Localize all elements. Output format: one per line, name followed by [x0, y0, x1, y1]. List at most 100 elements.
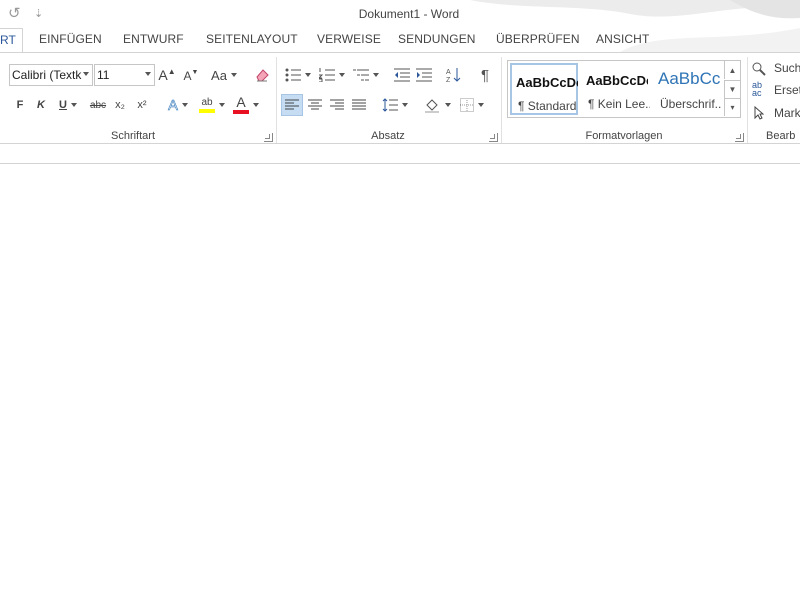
chevron-down-icon	[145, 72, 151, 76]
change-case-icon: Aa	[211, 67, 227, 83]
style-kein-leerraum[interactable]: AaBbCcDc ¶ Kein Lee...	[582, 63, 650, 115]
chevron-down-icon	[182, 103, 188, 107]
shading-button[interactable]	[421, 94, 453, 116]
style-name: Überschrif...	[660, 97, 722, 111]
replace-button[interactable]: ab ac Erset	[752, 81, 800, 98]
ribbon: Calibri (Textk 11 A ▲ A ▼ Aa F K U abc x₂ …	[0, 52, 800, 144]
svg-text:A: A	[446, 69, 451, 76]
style-ueberschrift[interactable]: AaBbCc Überschrif...	[654, 63, 722, 115]
grow-font-icon: A	[158, 67, 168, 83]
find-button[interactable]: Such	[752, 61, 800, 76]
tab-entwurf[interactable]: ENTWURF	[123, 32, 184, 46]
increase-indent-button[interactable]	[415, 64, 433, 86]
help-button[interactable]: ?	[784, 6, 791, 21]
svg-text:Z: Z	[446, 77, 451, 83]
chevron-down-icon	[373, 73, 379, 77]
tab-ueberpruefen[interactable]: ÜBERPRÜFEN	[496, 32, 580, 46]
grow-font-button[interactable]: A ▲	[158, 64, 176, 86]
style-sample: AaBbCc	[658, 69, 720, 88]
cursor-icon	[754, 106, 764, 120]
multilevel-list-icon	[353, 69, 369, 81]
align-center-button[interactable]	[304, 94, 326, 116]
highlight-button[interactable]: ab	[196, 94, 228, 116]
tab-einfuegen[interactable]: EINFÜGEN	[39, 32, 102, 46]
chevron-down-icon	[253, 103, 259, 107]
group-label-absatz: Absatz	[371, 130, 405, 142]
subscript-button[interactable]: x₂	[111, 94, 129, 116]
show-formatting-button[interactable]: ¶	[476, 64, 494, 86]
tab-seitenlayout[interactable]: SEITENLAYOUT	[206, 32, 298, 46]
change-case-button[interactable]: Aa	[208, 64, 240, 86]
find-label: Such	[774, 61, 800, 75]
tab-sendungen[interactable]: SENDUNGEN	[398, 32, 476, 46]
highlight-icon: ab	[201, 97, 213, 108]
chevron-down-icon	[219, 103, 225, 107]
decrease-indent-button[interactable]	[393, 64, 411, 86]
font-size-combo[interactable]: 11	[94, 64, 155, 86]
paragraph-dialog-launcher[interactable]	[489, 133, 498, 142]
gallery-more[interactable]: ▾	[724, 98, 740, 116]
align-left-icon	[285, 99, 299, 110]
ribbon-tabs: RT EINFÜGEN ENTWURF SEITENLAYOUT VERWEIS…	[0, 28, 800, 52]
tab-start[interactable]: RT	[0, 28, 23, 52]
paint-bucket-icon	[425, 99, 439, 113]
numbering-button[interactable]	[317, 64, 347, 86]
line-spacing-button[interactable]	[380, 94, 410, 116]
chevron-down-icon	[305, 73, 311, 77]
borders-icon	[460, 98, 474, 112]
document-area[interactable]	[0, 164, 800, 600]
gallery-scroll-down[interactable]: ▼	[724, 80, 740, 98]
chevron-down-icon	[83, 72, 89, 76]
style-name: ¶ Kein Lee...	[588, 97, 650, 111]
italic-button[interactable]: K	[33, 94, 49, 116]
multilevel-list-button[interactable]	[351, 64, 381, 86]
styles-dialog-launcher[interactable]	[735, 133, 744, 142]
justify-button[interactable]	[348, 94, 370, 116]
bullets-button[interactable]	[283, 64, 313, 86]
line-spacing-icon	[382, 98, 398, 112]
font-name-value: Calibri (Textk	[12, 68, 82, 82]
increase-indent-icon	[416, 68, 432, 82]
font-color-icon: A	[236, 94, 246, 110]
borders-button[interactable]	[457, 94, 487, 116]
chevron-down-icon	[339, 73, 345, 77]
align-right-button[interactable]	[326, 94, 348, 116]
style-name: ¶ Standard	[518, 99, 577, 113]
gallery-scroll-up[interactable]: ▲	[724, 61, 740, 79]
justify-icon	[352, 99, 366, 110]
select-label: Mark	[774, 106, 800, 120]
align-right-icon	[330, 99, 344, 110]
style-standard[interactable]: AaBbCcDc ¶ Standard	[510, 63, 578, 115]
font-color-bar	[233, 110, 249, 114]
font-color-button[interactable]: A	[230, 94, 262, 116]
chevron-down-icon	[230, 73, 237, 77]
text-effects-icon: A	[167, 96, 179, 114]
search-icon	[752, 62, 766, 76]
superscript-button[interactable]: x²	[133, 94, 151, 116]
underline-button[interactable]: U	[54, 94, 82, 116]
numbered-list-icon	[319, 68, 335, 82]
clear-formatting-button[interactable]	[252, 64, 272, 86]
shrink-font-button[interactable]: A ▼	[182, 65, 200, 87]
font-dialog-launcher[interactable]	[264, 133, 273, 142]
highlight-color-bar	[199, 109, 215, 113]
tab-ansicht[interactable]: ANSICHT	[596, 32, 649, 46]
chevron-down-icon	[445, 103, 451, 107]
align-left-button[interactable]	[281, 94, 303, 116]
group-label-bearbeiten: Bearb	[766, 130, 796, 142]
strikethrough-button[interactable]: abc	[88, 94, 108, 116]
replace-label: Erset	[774, 83, 800, 97]
bold-button[interactable]: F	[12, 94, 28, 116]
style-sample: AaBbCcDc	[586, 73, 648, 88]
font-name-combo[interactable]: Calibri (Textk	[9, 64, 93, 86]
tab-verweise[interactable]: VERWEISE	[317, 32, 381, 46]
replace-icon: ab ac	[752, 80, 763, 98]
shrink-font-icon: A	[183, 69, 192, 83]
underline-label: U	[59, 99, 67, 111]
window-title: Dokument1 - Word	[358, 7, 460, 21]
select-button[interactable]: Mark	[754, 106, 800, 120]
group-label-formatvorlagen: Formatvorlagen	[585, 130, 663, 142]
eraser-icon	[256, 69, 269, 82]
text-effects-button[interactable]: A	[164, 94, 192, 116]
sort-button[interactable]: AZ	[445, 64, 463, 86]
